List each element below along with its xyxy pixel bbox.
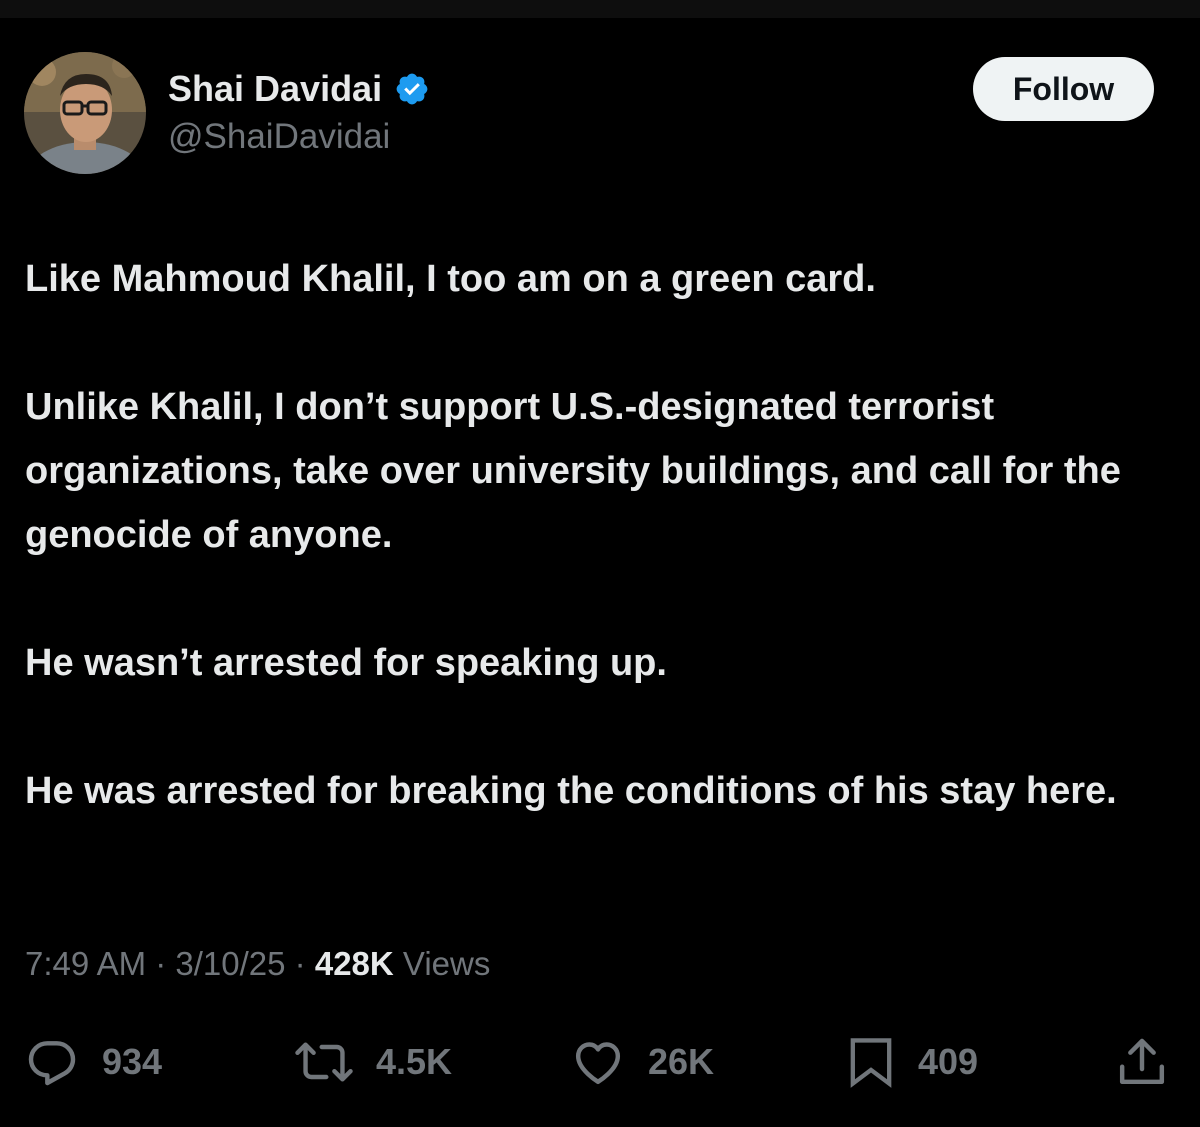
author-display-name[interactable]: Shai Davidai [168,68,430,110]
meta-separator: · [285,945,315,982]
like-button[interactable]: 26K [570,1030,714,1094]
repost-button[interactable]: 4.5K [294,1030,452,1094]
tweet-paragraph: Unlike Khalil, I don’t support U.S.-desi… [25,386,1121,556]
author-name-text[interactable]: Shai Davidai [168,68,382,110]
repost-count: 4.5K [376,1041,453,1082]
reply-count: 934 [102,1041,163,1082]
share-icon [1114,1034,1170,1090]
reply-icon [24,1034,80,1090]
bookmark-icon [846,1034,896,1090]
tweet-meta: 7:49 AM · 3/10/25 · 428K Views [25,945,490,983]
tweet-date[interactable]: 3/10/25 [175,945,285,982]
action-bar: 934 4.5K 26K 409 [0,1030,1200,1094]
reply-button[interactable]: 934 [24,1030,162,1094]
verified-badge-icon[interactable] [394,71,430,107]
heart-icon [570,1034,626,1090]
repost-icon [294,1034,354,1090]
tweet-text: Like Mahmoud Khalil, I too am on a green… [25,247,1175,887]
author-handle[interactable]: @ShaiDavidai [168,117,390,157]
meta-separator: · [146,945,176,982]
views-count: 428K [314,945,394,982]
follow-button[interactable]: Follow [973,57,1154,121]
like-count: 26K [648,1041,715,1082]
tweet-paragraph: He was arrested for breaking the conditi… [25,770,1117,812]
views-label: Views [402,945,491,982]
avatar[interactable] [24,52,146,174]
bookmark-button[interactable]: 409 [846,1030,978,1094]
top-bar [0,0,1200,18]
tweet-time[interactable]: 7:49 AM [25,945,146,982]
tweet-paragraph: He wasn’t arrested for speaking up. [25,642,667,684]
tweet-paragraph: Like Mahmoud Khalil, I too am on a green… [25,258,876,300]
share-button[interactable] [1114,1030,1170,1094]
bookmark-count: 409 [918,1041,979,1082]
